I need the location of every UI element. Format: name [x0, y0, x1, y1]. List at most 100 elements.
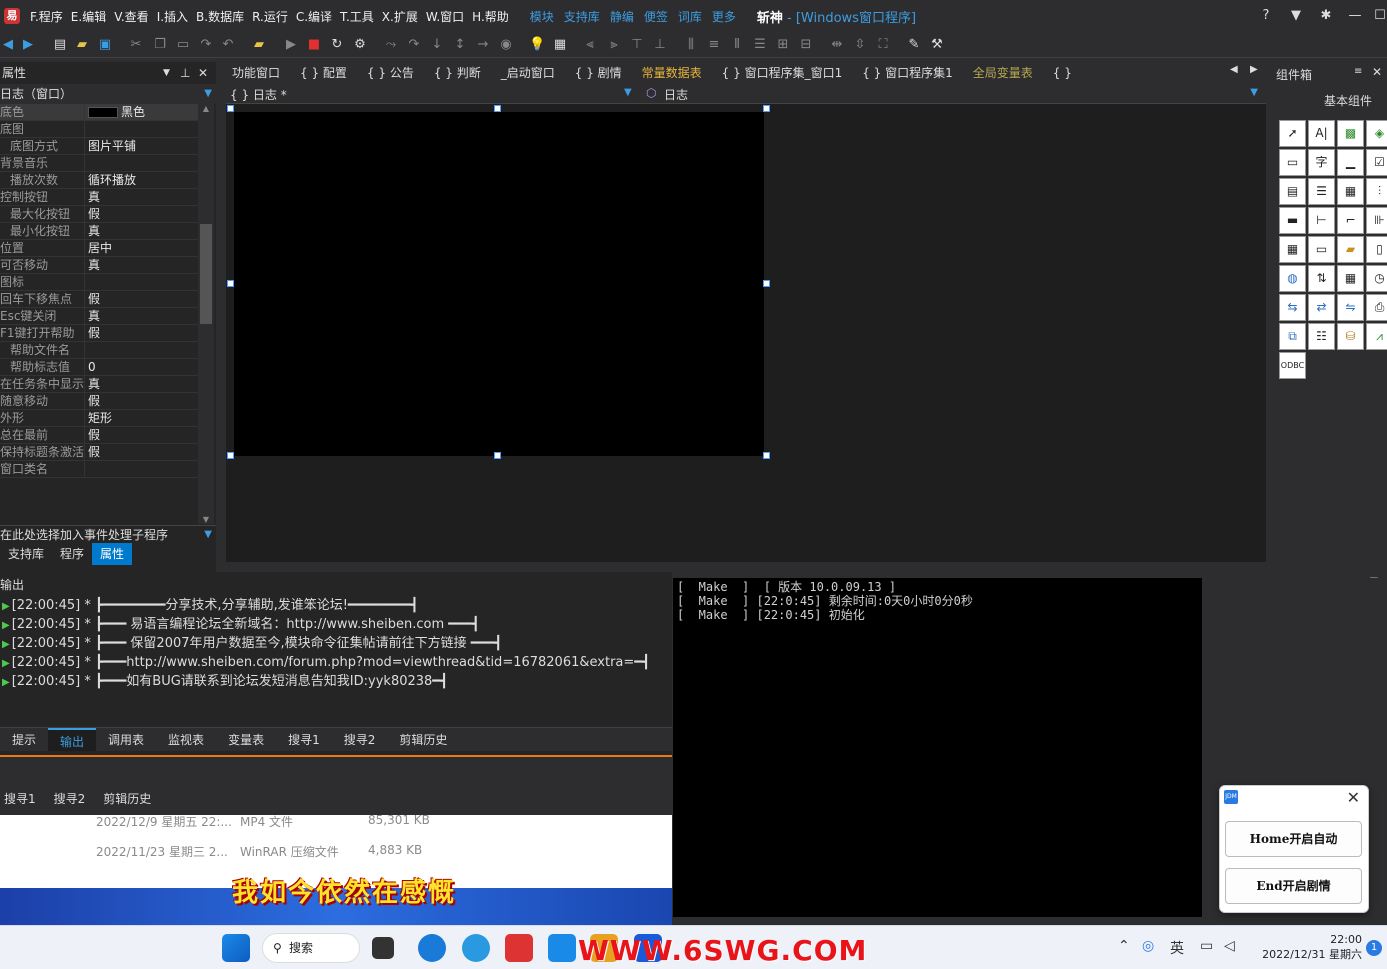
property-row[interactable]: 控制按钮真	[0, 189, 198, 206]
property-row[interactable]: 窗口类名	[0, 461, 198, 478]
listbox-icon[interactable]: ☰	[1308, 178, 1335, 205]
open-folder-icon[interactable]: ▰	[74, 37, 90, 53]
step-out-icon[interactable]: ↕	[452, 37, 468, 53]
property-row[interactable]: 帮助文件名	[0, 342, 198, 359]
combobox-icon[interactable]: ▦	[1337, 178, 1364, 205]
property-row[interactable]: 位置 居中	[0, 240, 198, 257]
window-design-icon[interactable]: ▦	[552, 37, 568, 53]
routine-selector[interactable]: { } 日志 *	[230, 86, 287, 103]
bottom-tab[interactable]: 剪辑历史	[387, 728, 459, 751]
menu-run[interactable]: R.运行	[248, 8, 292, 25]
shield-icon[interactable]	[548, 934, 576, 962]
taskbar-search[interactable]: ⚲ 搜索	[262, 933, 360, 963]
property-value[interactable]: 假	[85, 206, 198, 222]
tab-scroll-left-icon[interactable]: ◀	[1230, 64, 1238, 75]
document-icon[interactable]: ▯	[1366, 236, 1387, 263]
groupbox-icon[interactable]: ▤	[1279, 178, 1306, 205]
property-row[interactable]: 在任务条中显示真	[0, 376, 198, 393]
resize-handle[interactable]	[227, 280, 234, 287]
bottom-tab[interactable]: 调用表	[96, 728, 156, 751]
data-source-icon[interactable]: ⧉	[1279, 323, 1306, 350]
property-value[interactable]	[85, 155, 198, 171]
restart-icon[interactable]: ↻	[329, 37, 345, 53]
shirt-icon[interactable]: ▼	[1286, 6, 1306, 26]
editor-tab[interactable]: { } 公告	[357, 62, 424, 84]
vscroll-icon[interactable]: ⊪	[1366, 207, 1387, 234]
edge-icon[interactable]	[462, 934, 490, 962]
expand-arrow-icon[interactable]: ▶	[2, 620, 10, 631]
member-selector[interactable]: 日志	[664, 86, 688, 103]
component-close-icon[interactable]: ✕	[1372, 65, 1382, 79]
menu-static-compile[interactable]: 静编	[605, 8, 639, 25]
bottom-tab[interactable]: 搜寻1	[276, 728, 332, 751]
align-center-v-icon[interactable]: ≡	[706, 37, 722, 53]
step-over-icon[interactable]: ↷	[406, 37, 422, 53]
bottom-tab[interactable]: 提示	[0, 728, 48, 751]
net-client-icon[interactable]: ⇆	[1279, 294, 1306, 321]
expand-arrow-icon[interactable]: ▶	[2, 677, 10, 688]
property-row[interactable]: 图标	[0, 274, 198, 291]
event-chevron-icon[interactable]: ▼	[204, 526, 212, 544]
net-port-icon[interactable]: ⇋	[1337, 294, 1364, 321]
editor-tab[interactable]: _启动窗口	[491, 62, 565, 84]
menu-edit[interactable]: E.编辑	[67, 8, 110, 25]
menu-program[interactable]: F.程序	[26, 8, 67, 25]
forward-icon[interactable]: ▶	[20, 37, 36, 53]
menu-dictionary[interactable]: 词库	[673, 8, 707, 25]
menu-extend[interactable]: X.扩展	[378, 8, 422, 25]
bottom-tab[interactable]: 监视表	[156, 728, 216, 751]
member-chevron-icon[interactable]: ▼	[1250, 87, 1258, 98]
clock[interactable]: 22:00 2022/12/31 星期六	[1252, 932, 1362, 962]
copy-icon[interactable]: ❐	[152, 37, 168, 53]
property-value[interactable]: 0	[85, 359, 198, 375]
form-canvas[interactable]	[234, 112, 764, 456]
editor-tab[interactable]: { } 窗口程序集1	[852, 62, 963, 84]
editor-tab[interactable]: 全局变量表	[963, 62, 1043, 84]
task-view-icon[interactable]	[372, 937, 394, 959]
space-v-icon[interactable]: ☰	[752, 37, 768, 53]
run-icon[interactable]: ▶	[283, 37, 299, 53]
menu-module[interactable]: 模块	[525, 8, 559, 25]
save-icon[interactable]: ▣	[97, 37, 113, 53]
bottom-tab[interactable]: 变量表	[216, 728, 276, 751]
component-group-label[interactable]: 基本组件	[1324, 92, 1372, 109]
editor-tab[interactable]: 常量数据表	[632, 62, 712, 84]
checkbox-icon[interactable]: ☑	[1366, 149, 1387, 176]
menu-notes[interactable]: 便签	[639, 8, 673, 25]
updown-icon[interactable]: ⇅	[1308, 265, 1335, 292]
panel-dropdown-icon[interactable]: ▼	[163, 62, 170, 84]
property-value[interactable]: 真	[85, 376, 198, 392]
space-h-icon[interactable]: ⫴	[729, 37, 745, 53]
property-value[interactable]: 真	[85, 223, 198, 239]
resize-handle[interactable]	[227, 105, 234, 112]
expand-arrow-icon[interactable]: ▶	[2, 658, 10, 669]
build-icon[interactable]: ⚙	[352, 37, 368, 53]
same-size-icon[interactable]: ⛶	[875, 37, 891, 53]
back-icon[interactable]: ◀	[0, 37, 16, 53]
property-value[interactable]: 假	[85, 393, 198, 409]
editor-tab[interactable]: { } 配置	[290, 62, 357, 84]
paste-icon[interactable]: ▭	[175, 37, 191, 53]
redo-icon[interactable]: ↷	[198, 37, 214, 53]
chevron-up-icon[interactable]: ⌃	[1118, 938, 1130, 954]
editor-tab[interactable]: 功能窗口	[222, 62, 290, 84]
button-icon[interactable]: ▁	[1337, 149, 1364, 176]
property-value[interactable]: 黑色	[85, 104, 198, 120]
menu-compile[interactable]: C.编译	[292, 8, 336, 25]
secondary-tab[interactable]: 搜寻2	[50, 787, 100, 811]
easy-language-icon[interactable]	[505, 934, 533, 962]
bottom-tab[interactable]: 输出	[48, 728, 97, 751]
menu-support-lib[interactable]: 支持库	[559, 8, 605, 25]
align-bottom-icon[interactable]: ⊥	[652, 37, 668, 53]
stop-icon[interactable]: ■	[306, 37, 322, 53]
property-row[interactable]: 可否移动真	[0, 257, 198, 274]
property-row[interactable]: 最小化按钮真	[0, 223, 198, 240]
undo-icon[interactable]: ↶	[220, 37, 236, 53]
editor-tab[interactable]: { } 窗口程序集_窗口1	[712, 62, 853, 84]
resize-handle[interactable]	[763, 105, 770, 112]
network-icon[interactable]: ▭	[1200, 938, 1213, 954]
pin-icon[interactable]: ⊥	[180, 62, 190, 84]
property-value[interactable]: 假	[85, 325, 198, 341]
property-row[interactable]: 回车下移焦点假	[0, 291, 198, 308]
property-value[interactable]: 真	[85, 308, 198, 324]
